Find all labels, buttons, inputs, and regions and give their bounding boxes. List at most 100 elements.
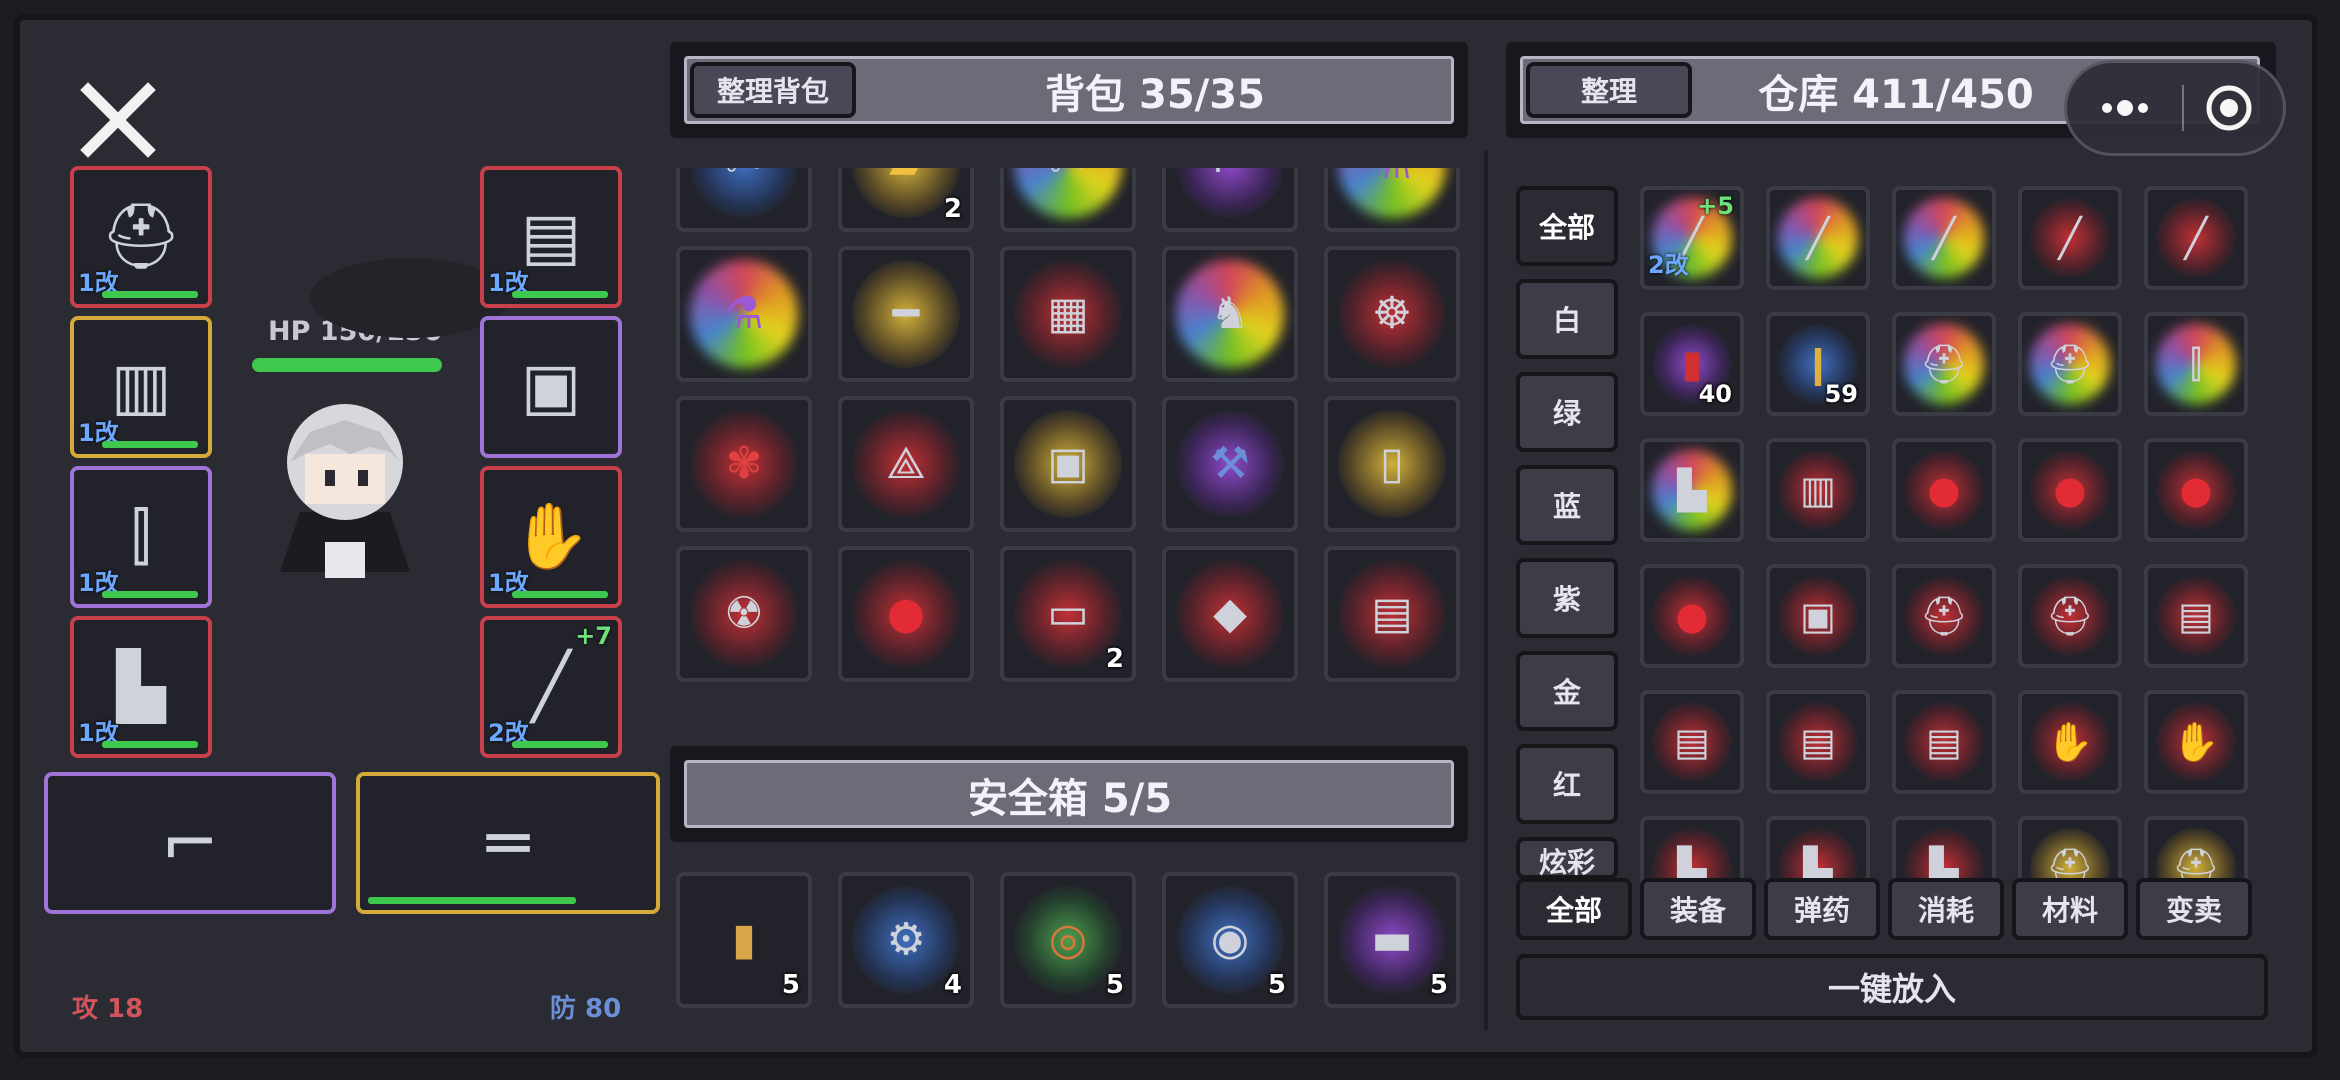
close-button[interactable]	[78, 80, 158, 160]
warehouse-slot[interactable]: ✋	[2018, 690, 2122, 794]
warehouse-slot[interactable]: ╱	[2144, 186, 2248, 290]
backpack-slot[interactable]: ⌐	[1162, 168, 1298, 232]
warehouse-slot[interactable]: ╱	[1892, 186, 1996, 290]
warehouse-slot[interactable]: ●	[2144, 438, 2248, 542]
backpack-slot[interactable]: ☸	[1324, 246, 1460, 382]
sniper-rifle-icon: ━	[892, 288, 920, 339]
sort-warehouse-button[interactable]: 整理	[1526, 62, 1692, 118]
backpack-slot[interactable]: ⚒	[1162, 396, 1298, 532]
backpack-slot[interactable]: ▣	[1000, 396, 1136, 532]
put-all-button[interactable]: 一键放入	[1516, 954, 2268, 1020]
warehouse-slot[interactable]: ▤	[1640, 690, 1744, 794]
rarity-filter-7[interactable]: 炫彩	[1516, 837, 1618, 879]
backpack-slot[interactable]: ♞	[1162, 246, 1298, 382]
sword-icon: ╱	[1932, 216, 1956, 260]
rarity-filter-0[interactable]: 全部	[1516, 186, 1618, 266]
weapon-slot-2[interactable]: ═	[356, 772, 660, 914]
backpack-slot[interactable]: ▦	[1000, 246, 1136, 382]
warehouse-slot[interactable]: ▤	[1892, 690, 1996, 794]
rarity-filter-4[interactable]: 紫	[1516, 558, 1618, 638]
warehouse-slot[interactable]: ⫿	[2144, 312, 2248, 416]
warehouse-slot[interactable]: ⛑	[1892, 564, 1996, 668]
rarity-filter-6[interactable]: 红	[1516, 744, 1618, 824]
weapon-slot-1[interactable]: ⌐	[44, 772, 336, 914]
pants-icon: ⫿	[130, 500, 152, 574]
equip-slot-left-2[interactable]: ⫿ 1改	[70, 466, 212, 608]
safebox-slot[interactable]: ▮ 5	[676, 872, 812, 1008]
close-icon	[80, 82, 156, 158]
backpack-slot[interactable]: ▰2	[838, 168, 974, 232]
backpack-slot[interactable]: ▭ 2	[1000, 546, 1136, 682]
category-tab-3[interactable]: 消耗	[1888, 878, 2004, 940]
warehouse-slot[interactable]: ▥	[1766, 438, 1870, 542]
safebox-slot[interactable]: ⚙ 4	[838, 872, 974, 1008]
warehouse-slot[interactable]: ❙ 59	[1766, 312, 1870, 416]
warehouse-slot[interactable]: ▮ 40	[1640, 312, 1744, 416]
category-tab-5[interactable]: 变卖	[2136, 878, 2252, 940]
equip-slot-right-0[interactable]: ▤ 1改	[480, 166, 622, 308]
backpack-slot[interactable]: ⚗	[676, 246, 812, 382]
backpack-slot[interactable]: ━	[838, 246, 974, 382]
warehouse-slot[interactable]: ▤	[2144, 564, 2248, 668]
rarity-filter-5[interactable]: 金	[1516, 651, 1618, 731]
category-tab-4[interactable]: 材料	[2012, 878, 2128, 940]
equip-slot-right-1[interactable]: ▣	[480, 316, 622, 458]
equip-slot-right-2[interactable]: ✋ 1改	[480, 466, 622, 608]
warehouse-slot[interactable]: ╱	[1766, 186, 1870, 290]
coral-icon: ✾	[725, 438, 763, 489]
backpack-slot[interactable]: ⚗	[1324, 168, 1460, 232]
backpack-slot[interactable]: ⟁	[838, 396, 974, 532]
durability-bar	[512, 741, 608, 748]
warehouse-slot[interactable]: ▣	[1766, 564, 1870, 668]
durability-bar	[102, 591, 198, 598]
helmet-icon: ⛑	[1919, 594, 1969, 638]
backpack-grid-viewport: ✂ ▰2 ✂ ⌐ ⚗ ⚗ ━ ▦ ♞ ☸ ✾ ⟁ ▣⚒▯ ☢●▭2◆▤	[670, 168, 1470, 688]
shotgun-icon: ═	[486, 802, 530, 884]
smg-icon: ⌐	[160, 802, 220, 884]
safebox-slot[interactable]: ◉ 5	[1162, 872, 1298, 1008]
backpack-slot[interactable]: ✾	[676, 396, 812, 532]
warehouse-slot[interactable]: ⛑	[2018, 564, 2122, 668]
safebox-slot[interactable]: ▬ 5	[1324, 872, 1460, 1008]
warehouse-slot[interactable]: ╱ 2改 +5	[1640, 186, 1744, 290]
bullet-icon: ❙	[1802, 342, 1834, 386]
equip-slot-left-0[interactable]: ⛑ 1改	[70, 166, 212, 308]
warehouse-slot[interactable]: ⛑	[2018, 312, 2122, 416]
warehouse-slot[interactable]: ▙	[1640, 438, 1744, 542]
warehouse-slot[interactable]: ✋	[2144, 690, 2248, 794]
rarity-filter-2[interactable]: 绿	[1516, 372, 1618, 452]
sort-backpack-button[interactable]: 整理背包	[690, 62, 856, 118]
backpack-slot[interactable]: ✂	[1000, 168, 1136, 232]
equip-slot-left-3[interactable]: ▙ 1改	[70, 616, 212, 758]
safebox-slot[interactable]: ◎ 5	[1000, 872, 1136, 1008]
warehouse-slot[interactable]: ●	[2018, 438, 2122, 542]
backpack-slot[interactable]: ☢	[676, 546, 812, 682]
food-box-icon: ▭	[1047, 588, 1089, 639]
rarity-filter-1[interactable]: 白	[1516, 279, 1618, 359]
backpack-slot[interactable]: ▤	[1324, 546, 1460, 682]
rarity-filter-3[interactable]: 蓝	[1516, 465, 1618, 545]
warehouse-slot[interactable]: ●	[1892, 438, 1996, 542]
compass-icon: ⟁	[886, 438, 926, 489]
category-tab-0[interactable]: 全部	[1516, 878, 1632, 940]
backpack-slot[interactable]: ●	[838, 546, 974, 682]
item-count: 4	[943, 970, 962, 1000]
backpack-slot[interactable]: ◆	[1162, 546, 1298, 682]
circuit-board-icon: ▦	[1047, 288, 1089, 339]
more-button[interactable]	[2067, 63, 2177, 153]
tools-icon: ✂	[726, 168, 763, 186]
warehouse-slot[interactable]: ⛑	[1892, 312, 1996, 416]
equip-slot-right-3[interactable]: ╱ 2改 +7	[480, 616, 622, 758]
armor-icon: ▤	[520, 200, 582, 274]
warehouse-slot[interactable]: ╱	[2018, 186, 2122, 290]
backpack-slot[interactable]: ✂	[676, 168, 812, 232]
warehouse-slot[interactable]: ●	[1640, 564, 1744, 668]
equip-slot-left-1[interactable]: ▥ 1改	[70, 316, 212, 458]
category-tab-2[interactable]: 弹药	[1764, 878, 1880, 940]
record-button[interactable]	[2187, 63, 2283, 153]
backpack-slot[interactable]: ▯	[1324, 396, 1460, 532]
sextant-icon: ☸	[1372, 288, 1412, 339]
armor-icon: ▤	[1674, 720, 1710, 764]
warehouse-slot[interactable]: ▤	[1766, 690, 1870, 794]
category-tab-1[interactable]: 装备	[1640, 878, 1756, 940]
